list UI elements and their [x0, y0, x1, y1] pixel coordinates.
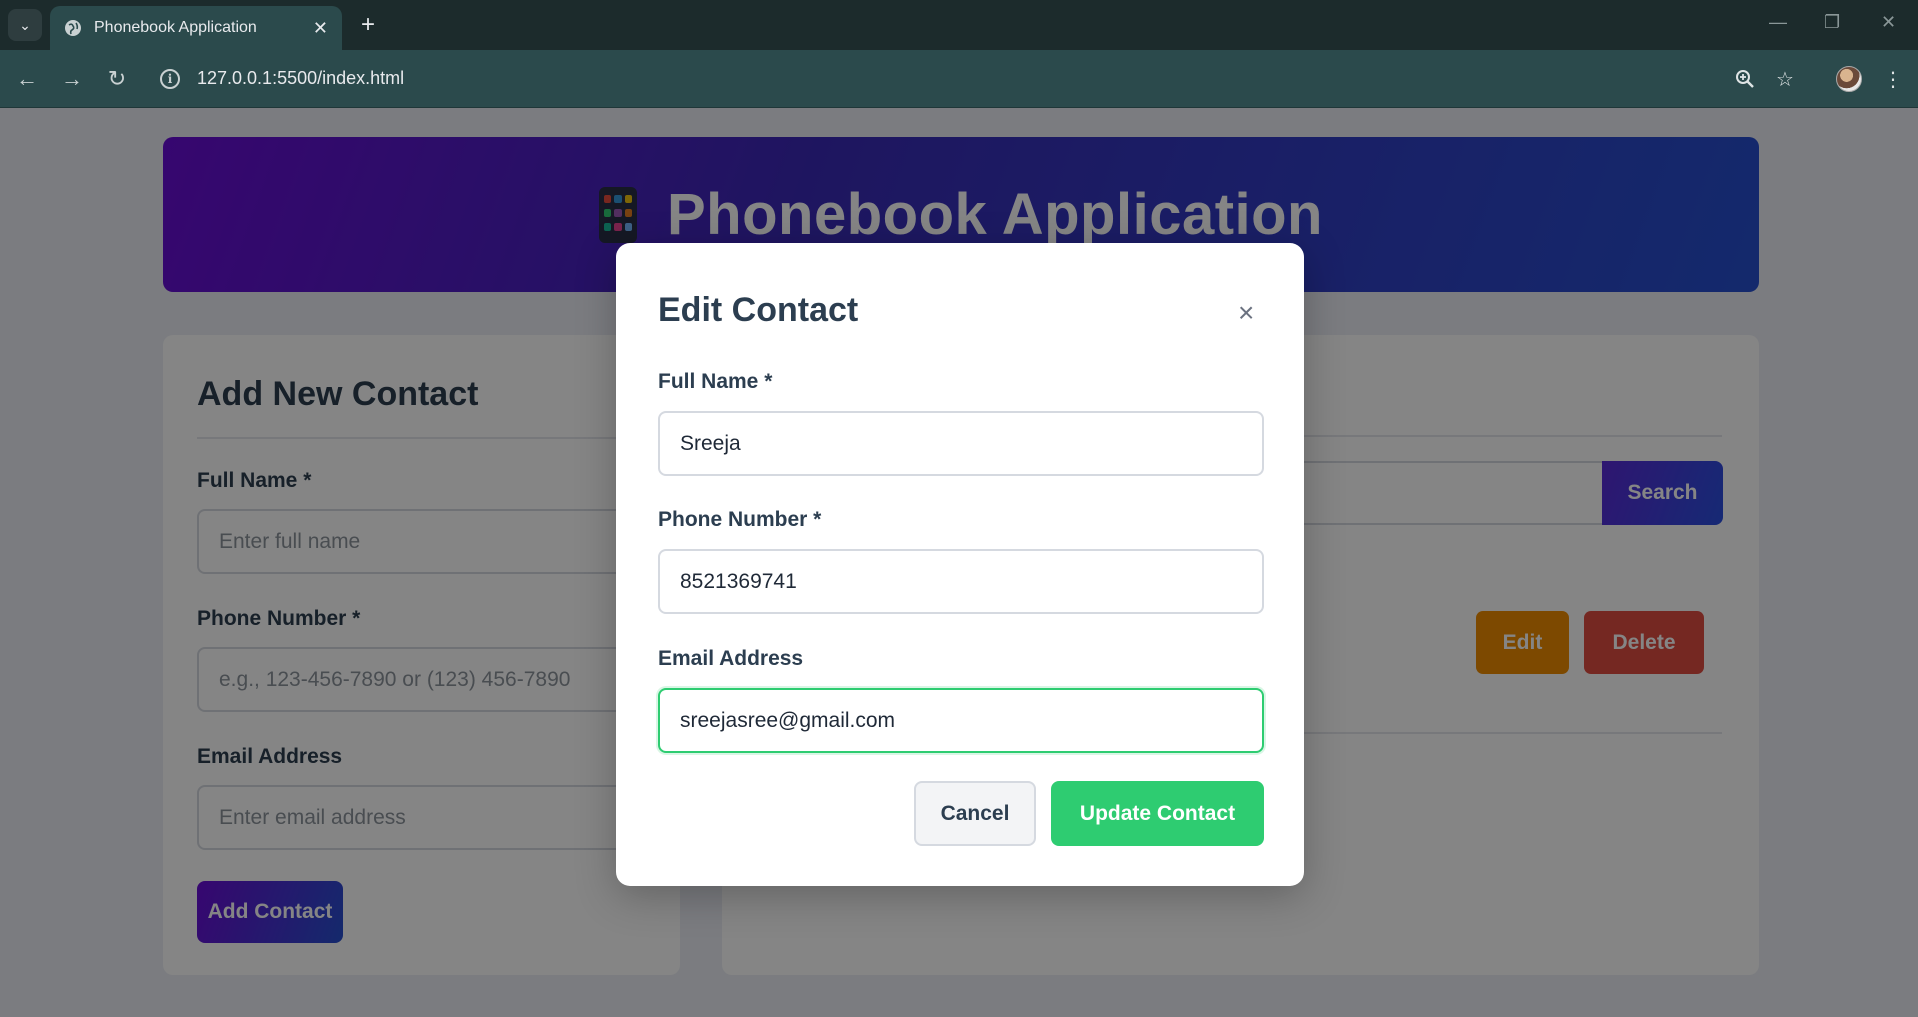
tab-title: Phonebook Application [94, 19, 257, 36]
modal-title: Edit Contact [658, 291, 859, 329]
globe-icon [64, 19, 82, 37]
edit-phone-number-label: Phone Number * [658, 508, 822, 531]
reload-icon[interactable]: ↻ [104, 66, 130, 92]
edit-contact-modal: Edit Contact × Full Name * Sreeja Phone … [616, 243, 1304, 886]
close-icon[interactable]: × [1238, 299, 1254, 327]
cancel-button[interactable]: Cancel [914, 781, 1036, 846]
back-arrow-icon[interactable]: ← [14, 66, 40, 92]
url-field[interactable]: 127.0.0.1:5500/index.html [197, 68, 404, 89]
edit-email-address-input[interactable]: sreejasree@gmail.com [658, 688, 1264, 753]
minimize-window-icon[interactable]: — [1769, 12, 1787, 33]
bookmark-star-icon[interactable]: ☆ [1772, 66, 1798, 92]
new-tab-icon[interactable]: + [354, 11, 382, 39]
edit-full-name-input[interactable]: Sreeja [658, 411, 1264, 476]
more-menu-icon[interactable]: ⋮ [1880, 66, 1906, 92]
update-contact-button[interactable]: Update Contact [1051, 781, 1264, 846]
site-info-icon[interactable]: i [160, 69, 180, 89]
profile-avatar[interactable] [1836, 66, 1862, 92]
close-window-icon[interactable]: ✕ [1881, 12, 1896, 33]
edit-full-name-label: Full Name * [658, 370, 773, 393]
browser-tab[interactable]: Phonebook Application ✕ [50, 6, 342, 50]
tab-search-chevron-icon[interactable]: ⌄ [8, 9, 42, 41]
browser-address-bar: ← → ↻ i 127.0.0.1:5500/index.html ☆ ⋮ [0, 50, 1918, 108]
edit-email-address-label: Email Address [658, 647, 804, 670]
zoom-icon[interactable] [1732, 66, 1758, 92]
forward-arrow-icon[interactable]: → [59, 66, 85, 92]
restore-window-icon[interactable]: ❐ [1824, 12, 1840, 33]
edit-phone-number-input[interactable]: 8521369741 [658, 549, 1264, 614]
browser-tab-bar: ⌄ Phonebook Application ✕ + — ❐ ✕ [0, 0, 1918, 50]
tab-close-icon[interactable]: ✕ [313, 18, 328, 39]
